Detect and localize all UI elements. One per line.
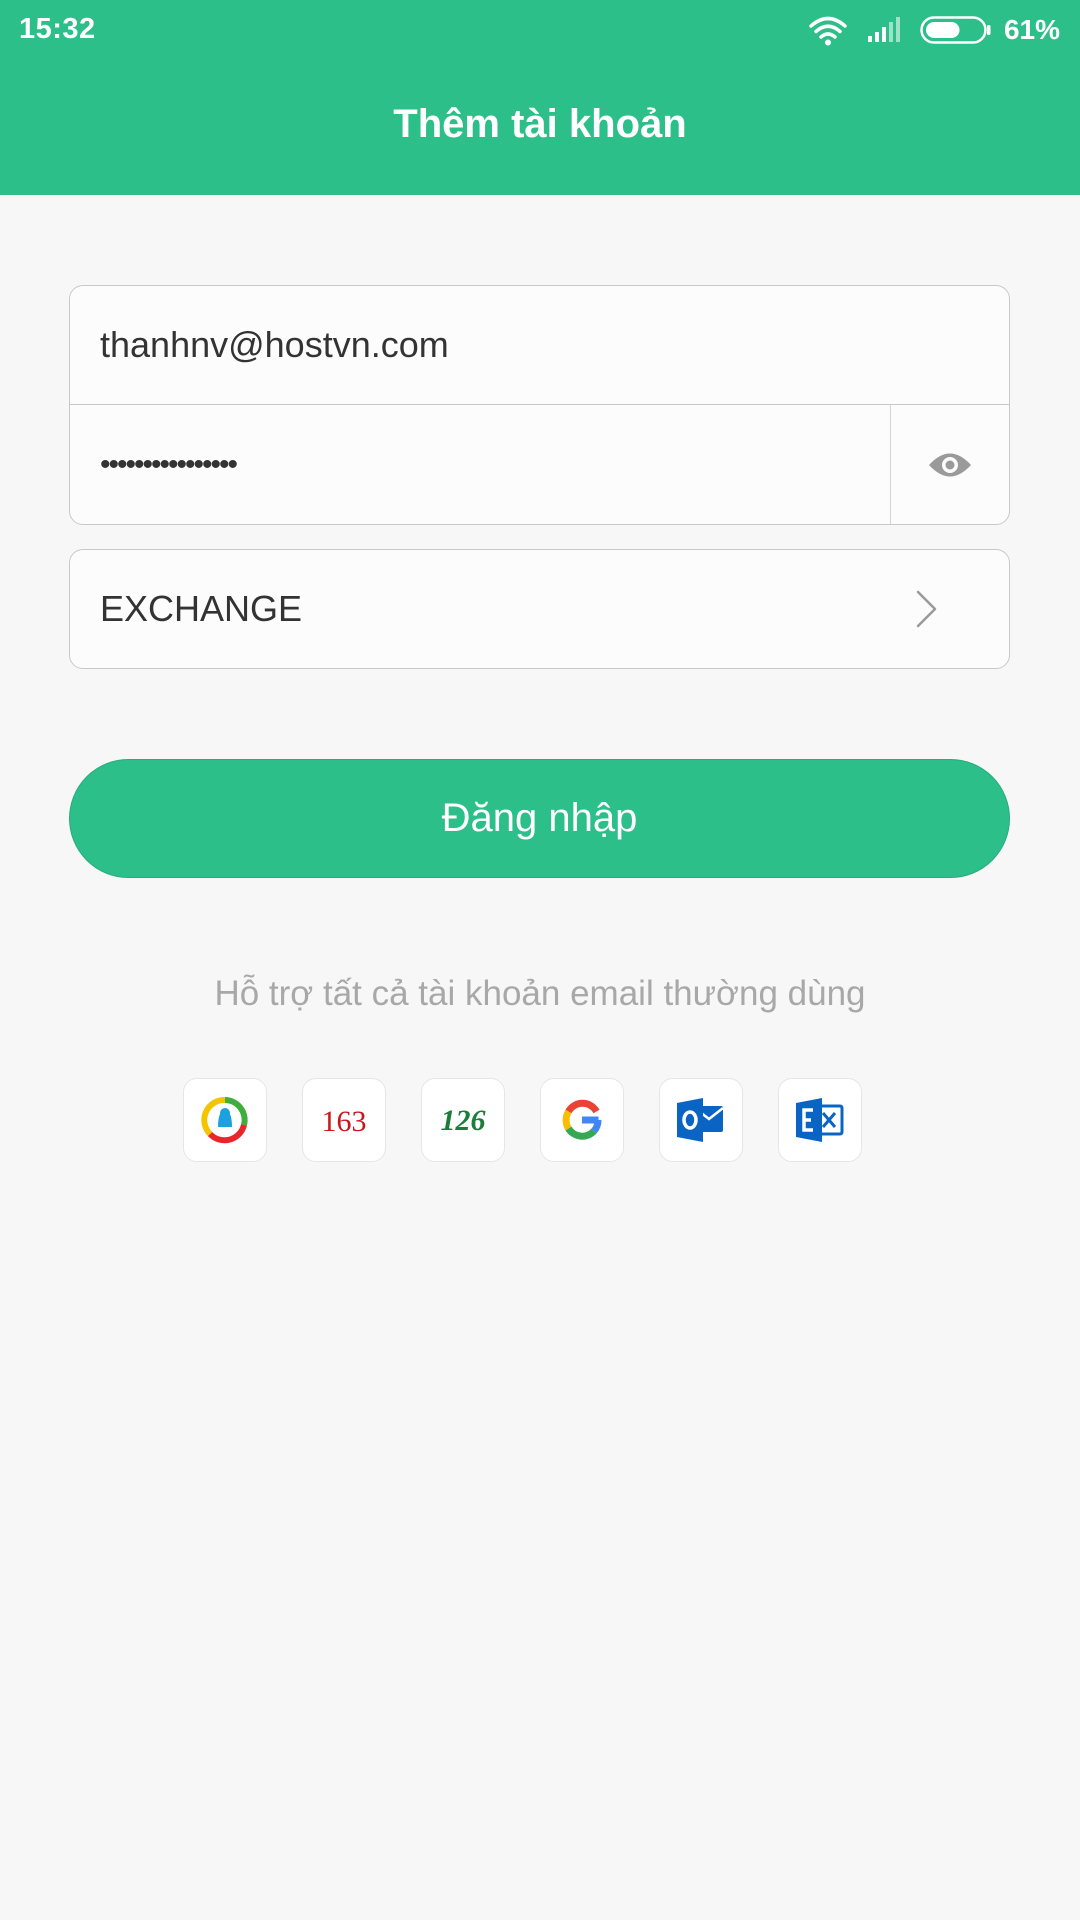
password-mask: •••••••••••••••• xyxy=(100,447,238,481)
support-text: Hỗ trợ tất cả tài khoản email thường dùn… xyxy=(214,974,866,1013)
wifi-icon xyxy=(809,16,847,46)
qq-mail-icon xyxy=(201,1097,248,1144)
credentials-group: thanhnv@hostvn.com •••••••••••••••• xyxy=(69,285,1010,525)
email-value: thanhnv@hostvn.com xyxy=(100,324,449,365)
exchange-icon xyxy=(796,1098,844,1142)
provider-163-label: 163 xyxy=(322,1105,367,1138)
163-mail-icon: 163 xyxy=(322,1105,367,1138)
status-bar: 15:32 61% xyxy=(0,0,1080,62)
126-mail-icon: 126 xyxy=(441,1104,486,1137)
server-type-select[interactable]: EXCHANGE xyxy=(69,549,1010,669)
battery-icon xyxy=(920,16,991,44)
provider-outlook[interactable] xyxy=(659,1078,743,1162)
login-button[interactable]: Đăng nhập xyxy=(69,759,1010,878)
server-type-value: EXCHANGE xyxy=(100,588,303,629)
outlook-icon xyxy=(677,1098,724,1142)
page-title: Thêm tài khoản xyxy=(393,102,687,146)
signal-icon xyxy=(867,17,900,42)
provider-126-label: 126 xyxy=(441,1104,486,1137)
battery-percent: 61% xyxy=(1003,14,1060,45)
status-icons: 61% xyxy=(808,12,1060,48)
google-icon xyxy=(562,1099,602,1140)
provider-exchange[interactable] xyxy=(778,1078,862,1162)
provider-163[interactable]: 163 xyxy=(302,1078,386,1162)
provider-list: 163 126 xyxy=(183,1078,862,1162)
provider-126[interactable]: 126 xyxy=(421,1078,505,1162)
password-field[interactable]: •••••••••••••••• xyxy=(70,405,1009,524)
app-header: 15:32 61% Thêm tài khoản xyxy=(0,0,1080,195)
chevron-right-icon xyxy=(916,590,937,628)
provider-qq-mail[interactable] xyxy=(183,1078,267,1162)
eye-icon xyxy=(929,453,971,476)
show-password-toggle[interactable] xyxy=(890,405,1009,524)
email-field[interactable]: thanhnv@hostvn.com xyxy=(70,286,1009,405)
status-time: 15:32 xyxy=(19,13,96,45)
provider-google[interactable] xyxy=(540,1078,624,1162)
